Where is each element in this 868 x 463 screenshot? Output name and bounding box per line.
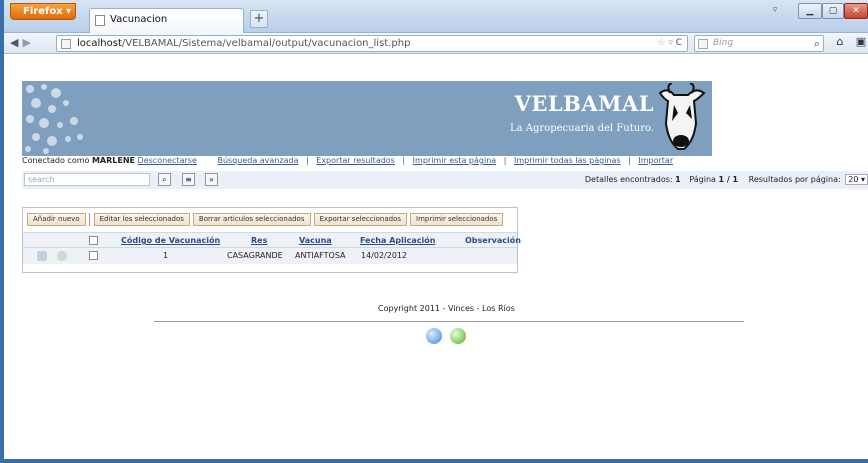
minimize-button[interactable]: ▁ — [798, 3, 822, 19]
bookmark-star-icon[interactable]: ☆ ▿ C — [657, 38, 682, 48]
print-page-link[interactable]: Imprimir esta página — [413, 156, 497, 165]
separator: | — [503, 156, 507, 165]
column-vacuna[interactable]: Vacuna — [299, 236, 332, 245]
site-identity-icon[interactable] — [61, 39, 71, 49]
add-new-button[interactable]: Añadir nuevo — [27, 213, 86, 226]
column-codigo[interactable]: Código de Vacunación — [121, 236, 220, 245]
delete-selected-button[interactable]: Borrar articulos seleccionados — [192, 213, 311, 226]
title-bar: Firefox ▾ Vacunacion + ▿ ▁ ▢ ✕ — [4, 0, 868, 33]
column-res[interactable]: Res — [251, 236, 267, 245]
export-results-link[interactable]: Exportar resultados — [316, 156, 395, 165]
decorative-pattern-icon — [25, 84, 83, 154]
search-input[interactable]: search — [24, 173, 150, 186]
validator-badge-icon[interactable] — [426, 328, 442, 344]
expand-search-icon[interactable]: » — [205, 173, 218, 186]
copyright-text: Copyright 2011 - Vinces - Los Ríos — [378, 304, 515, 313]
search-icon[interactable]: ⌕ — [158, 173, 171, 186]
reload-icon[interactable]: C — [676, 38, 682, 48]
cell-fecha: 14/02/2012 — [361, 251, 408, 260]
search-icon[interactable]: ⌕ — [814, 37, 820, 51]
separator: | — [402, 156, 406, 165]
green-badge-icon[interactable] — [450, 328, 466, 344]
column-fecha[interactable]: Fecha Aplicación — [360, 236, 435, 245]
cow-logo-icon — [658, 83, 706, 150]
print-all-link[interactable]: Imprimir todas las páginas — [514, 156, 621, 165]
edit-selected-button[interactable]: Editar los seleccionados — [93, 213, 190, 226]
new-tab-button[interactable]: + — [250, 10, 268, 28]
cell-res: CASAGRANDE — [227, 251, 283, 260]
print-selected-button[interactable]: Imprimir seleccionados — [410, 213, 504, 226]
brand-title: VELBAMAL — [514, 91, 654, 116]
page-label: Página — [689, 175, 716, 184]
separator: | — [306, 156, 309, 165]
address-bar[interactable]: localhost/VELBAMAL/Sistema/velbamal/outp… — [56, 35, 688, 52]
browser-window: Firefox ▾ Vacunacion + ▿ ▁ ▢ ✕ ◀ ▶ localh… — [0, 0, 868, 463]
window-controls: ▿ ▁ ▢ ✕ — [768, 3, 868, 21]
table-row: 1 CASAGRANDE ANTIAFTOSA 14/02/2012 — [23, 248, 517, 264]
close-button[interactable]: ✕ — [844, 3, 868, 19]
column-observacion: Observación — [465, 236, 521, 245]
per-page-select[interactable]: 20 ▾ — [845, 174, 868, 185]
table-header: Código de Vacunación Res Vacuna Fecha Ap… — [23, 232, 521, 248]
url-text[interactable]: localhost/VELBAMAL/Sistema/velbamal/outp… — [77, 38, 410, 49]
search-box[interactable]: Bing ⌕ — [694, 35, 824, 52]
forward-icon[interactable]: ▶ — [22, 36, 30, 49]
cell-vacuna: ANTIAFTOSA — [295, 251, 346, 260]
search-engine-label: Bing — [713, 38, 734, 48]
url-host: localhost — [77, 38, 122, 49]
web-page: VELBAMAL La Agropecuaria del Futuro. Con… — [8, 54, 868, 459]
firefox-menu-button[interactable]: Firefox ▾ — [10, 3, 76, 20]
cell-codigo: 1 — [163, 251, 169, 260]
grid-actions: Añadir nuevo Editar los seleccionados Borr… — [27, 213, 506, 227]
separator — [88, 213, 90, 226]
home-icon[interactable]: ⌂ — [832, 35, 848, 52]
addon-icon[interactable]: ▣ — [853, 35, 868, 52]
import-link[interactable]: Importar — [638, 156, 673, 165]
records-grid: Añadir nuevo Editar los seleccionados Borr… — [22, 207, 521, 273]
brand-tagline: La Agropecuaria del Futuro. — [510, 123, 654, 134]
firefox-menu-label: Firefox — [23, 6, 63, 17]
search-row: search ⌕ ≡ » Detalles encontrados: 1 Pág… — [22, 171, 868, 189]
select-all-checkbox[interactable] — [89, 236, 98, 245]
search-engine-icon[interactable] — [698, 39, 708, 49]
url-path: /VELBAMAL/Sistema/velbamal/output/vacuna… — [121, 38, 411, 49]
connected-as-label: Conectado como — [22, 156, 90, 165]
details-count: 1 — [675, 175, 681, 184]
tab-label: Vacunacion — [110, 14, 168, 25]
page-value: 1 / 1 — [718, 175, 739, 184]
site-banner: VELBAMAL La Agropecuaria del Futuro. — [22, 81, 712, 156]
per-page-value: 20 — [848, 175, 859, 184]
per-page-label: Resultados por página: — [748, 175, 841, 184]
username: MARLENE — [91, 156, 135, 165]
maximize-button[interactable]: ▢ — [822, 3, 844, 19]
results-info: Detalles encontrados: 1 Página 1 / 1 Res… — [585, 174, 868, 185]
row-checkbox[interactable] — [89, 251, 98, 260]
details-label: Detalles encontrados: — [584, 175, 673, 184]
tab-vacunacion[interactable]: Vacunacion — [89, 8, 244, 33]
show-all-icon[interactable]: ≡ — [182, 173, 195, 186]
tab-list-icon[interactable]: ▿ — [768, 3, 782, 19]
view-record-icon[interactable] — [57, 251, 67, 261]
navigation-bar: ◀ ▶ localhost/VELBAMAL/Sistema/velbamal/o… — [4, 33, 868, 54]
back-icon[interactable]: ◀ — [10, 36, 18, 49]
export-selected-button[interactable]: Exportar seleccionados — [313, 213, 408, 226]
edit-record-icon[interactable] — [37, 251, 47, 261]
user-bar: Conectado como MARLENE Desconectarse Bús… — [22, 156, 868, 168]
advanced-search-link[interactable]: Búsqueda avanzada — [217, 156, 298, 165]
page-icon — [95, 15, 105, 26]
logout-link[interactable]: Desconectarse — [138, 156, 197, 165]
back-forward-buttons[interactable]: ◀ ▶ — [10, 36, 31, 49]
footer-divider — [154, 321, 744, 322]
separator: | — [628, 156, 631, 165]
